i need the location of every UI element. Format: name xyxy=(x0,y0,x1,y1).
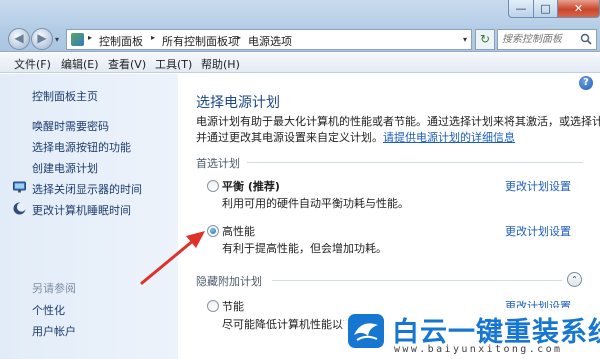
plan-high-performance-description: 有利于提高性能，但会增加功耗。 xyxy=(222,242,387,255)
maximize-button[interactable]: □ xyxy=(534,0,558,18)
refresh-button[interactable]: ↻ xyxy=(475,29,495,50)
help-button[interactable]: ? xyxy=(579,76,593,90)
page-title: 选择电源计划 xyxy=(196,95,280,111)
breadcrumb-separator[interactable]: ▸ xyxy=(151,33,155,42)
menu-bar: 文件(F) 编辑(E) 查看(V) 工具(T) 帮助(H) xyxy=(0,53,600,73)
breadcrumb-all-items[interactable]: 所有控制面板项 xyxy=(162,33,239,49)
plan-balanced-settings-link[interactable]: 更改计划设置 xyxy=(505,178,571,194)
sidebar-item-user-accounts[interactable]: 用户帐户 xyxy=(32,323,76,339)
search-input[interactable] xyxy=(502,32,576,47)
sidebar-item-display-off[interactable]: 选择关闭显示器的时间 xyxy=(32,181,142,197)
search-icon[interactable] xyxy=(580,33,592,45)
sidebar-item-wake-password[interactable]: 唤醒时需要密码 xyxy=(32,118,109,134)
help-icon: ? xyxy=(583,77,589,88)
chevron-up-icon: ⌃ xyxy=(571,275,578,284)
breadcrumb-power-options[interactable]: 电源选项 xyxy=(248,33,292,49)
forward-button[interactable]: ▶ xyxy=(31,28,53,50)
title-bar: — □ ✕ ◀ ▶ ▾ ▸ 控制面板 ▸ 所有控制面板项 ▸ 电源选项 ▾ ↻ xyxy=(0,0,600,52)
menu-view[interactable]: 查看(V) xyxy=(108,56,146,72)
back-arrow-icon: ◀ xyxy=(14,31,24,45)
see-also-heading: 另请参阅 xyxy=(32,282,76,295)
task-pane: 控制面板主页 唤醒时需要密码 选择电源按钮的功能 创建电源计划 选择关闭显示器的… xyxy=(0,74,178,359)
monitor-icon xyxy=(13,181,26,193)
section-divider xyxy=(247,162,583,163)
recent-pages-dropdown[interactable]: ▾ xyxy=(55,35,59,44)
watermark-url: www.baiyunxitong.com xyxy=(394,344,563,355)
refresh-icon: ↻ xyxy=(479,32,491,46)
address-bar[interactable]: ▸ 控制面板 ▸ 所有控制面板项 ▸ 电源选项 ▾ xyxy=(66,29,472,50)
sidebar-item-personalize[interactable]: 个性化 xyxy=(32,302,65,318)
description-line-2: 并通过更改其电源设置来自定义计划。请提供电源计划的详细信息 xyxy=(196,131,515,144)
collapse-hidden-plans-button[interactable]: ⌃ xyxy=(567,272,582,287)
moon-icon xyxy=(13,202,26,215)
menu-file[interactable]: 文件(F) xyxy=(14,56,51,72)
plan-details-link[interactable]: 请提供电源计划的详细信息 xyxy=(383,131,515,144)
bird-logo-icon xyxy=(348,314,384,348)
forward-arrow-icon: ▶ xyxy=(37,31,47,45)
description-line-1: 电源计划有助于最大化计算机的性能或者节能。通过选择计划来将其激活，或选择计划 xyxy=(196,115,600,128)
minimize-button[interactable]: — xyxy=(508,0,534,18)
control-panel-icon xyxy=(71,33,84,46)
plan-power-saver-radio[interactable] xyxy=(207,300,219,312)
menu-edit[interactable]: 编辑(E) xyxy=(61,56,99,72)
menu-tools[interactable]: 工具(T) xyxy=(155,56,192,72)
sidebar-item-sleep-time[interactable]: 更改计算机睡眠时间 xyxy=(32,202,131,218)
plan-high-performance-radio[interactable] xyxy=(207,225,219,237)
plan-power-saver-name[interactable]: 节能 xyxy=(222,298,244,314)
back-button[interactable]: ◀ xyxy=(8,28,30,50)
plan-balanced-name[interactable]: 平衡 (推荐) xyxy=(222,178,280,194)
section-divider xyxy=(272,280,562,281)
hidden-plans-heading: 隐藏附加计划 xyxy=(196,275,262,288)
menu-help[interactable]: 帮助(H) xyxy=(201,56,240,72)
plan-high-performance-settings-link[interactable]: 更改计划设置 xyxy=(505,223,571,239)
breadcrumb-separator[interactable]: ▸ xyxy=(88,33,92,42)
close-button[interactable]: ✕ xyxy=(558,0,600,18)
plan-balanced-radio[interactable] xyxy=(207,180,219,192)
sidebar-item-create-plan[interactable]: 创建电源计划 xyxy=(32,160,98,176)
plan-balanced-description: 利用可用的硬件自动平衡功耗与性能。 xyxy=(222,197,409,210)
address-dropdown-icon[interactable]: ▾ xyxy=(463,35,467,44)
sidebar-item-power-button[interactable]: 选择电源按钮的功能 xyxy=(32,139,131,155)
breadcrumb-control-panel[interactable]: 控制面板 xyxy=(99,33,143,49)
watermark: 白云一键重装系统 www.baiyunxitong.com xyxy=(344,308,600,359)
plan-high-performance-name[interactable]: 高性能 xyxy=(222,223,255,239)
sidebar-item-home[interactable]: 控制面板主页 xyxy=(32,88,98,104)
search-box[interactable] xyxy=(497,29,597,50)
breadcrumb-separator[interactable]: ▸ xyxy=(237,33,241,42)
preferred-plans-heading: 首选计划 xyxy=(196,157,240,170)
